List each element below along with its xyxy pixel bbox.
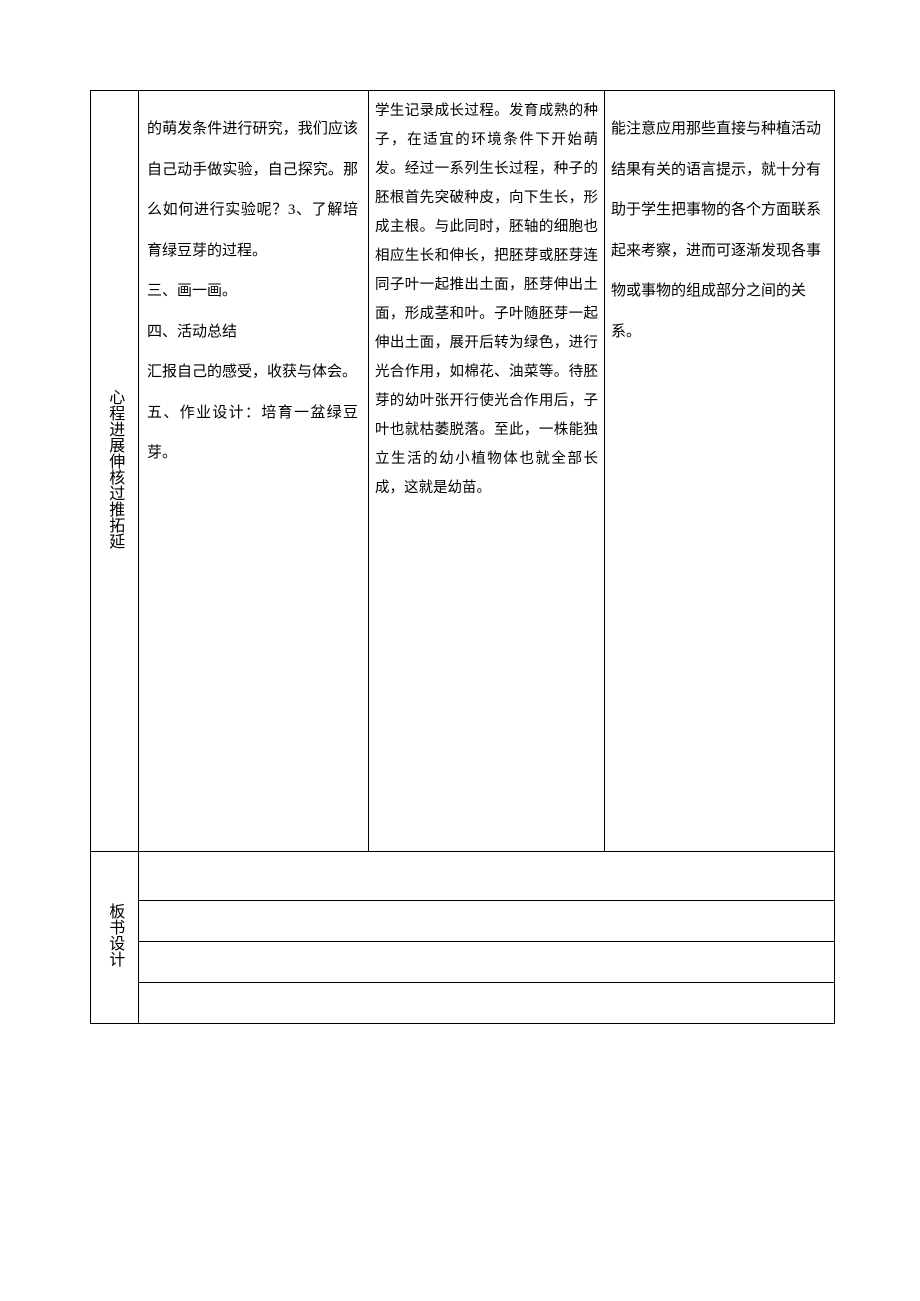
row-label-cell-1: 心程进展伸核过推拓延 [91, 91, 139, 852]
col3-text: 学生记录成长过程。发育成熟的种子，在适宜的环境条件下开始萌发。经过一系列生长过程… [375, 97, 598, 503]
row-label-cell-2: 板书设计 [91, 852, 139, 1024]
col-notes: 能注意应用那些直接与种植活动结果有关的语言提示，就十分有助于学生把事物的各个方面… [605, 91, 835, 852]
page: 心程进展伸核过推拓延 的萌发条件进行研究，我们应该自己动手做实验，自己探究。那么… [0, 0, 920, 1174]
row-label-1: 心程进展伸核过推拓延 [102, 383, 128, 555]
board-row-1: 板书设计 [91, 852, 835, 901]
main-table: 心程进展伸核过推拓延 的萌发条件进行研究，我们应该自己动手做实验，自己探究。那么… [90, 90, 835, 1024]
row-label-2: 板书设计 [102, 897, 128, 973]
col2-text: 的萌发条件进行研究，我们应该自己动手做实验，自己探究。那么如何进行实验呢？3、了… [147, 109, 358, 474]
content-row: 心程进展伸核过推拓延 的萌发条件进行研究，我们应该自己动手做实验，自己探究。那么… [91, 91, 835, 852]
board-cell-4 [139, 983, 835, 1024]
col-teacher: 的萌发条件进行研究，我们应该自己动手做实验，自己探究。那么如何进行实验呢？3、了… [139, 91, 369, 852]
col4-text: 能注意应用那些直接与种植活动结果有关的语言提示，就十分有助于学生把事物的各个方面… [611, 109, 828, 352]
board-cell-1 [139, 852, 835, 901]
board-row-3 [91, 942, 835, 983]
board-cell-2 [139, 901, 835, 942]
board-row-4 [91, 983, 835, 1024]
board-cell-3 [139, 942, 835, 983]
board-row-2 [91, 901, 835, 942]
col-student: 学生记录成长过程。发育成熟的种子，在适宜的环境条件下开始萌发。经过一系列生长过程… [369, 91, 605, 852]
